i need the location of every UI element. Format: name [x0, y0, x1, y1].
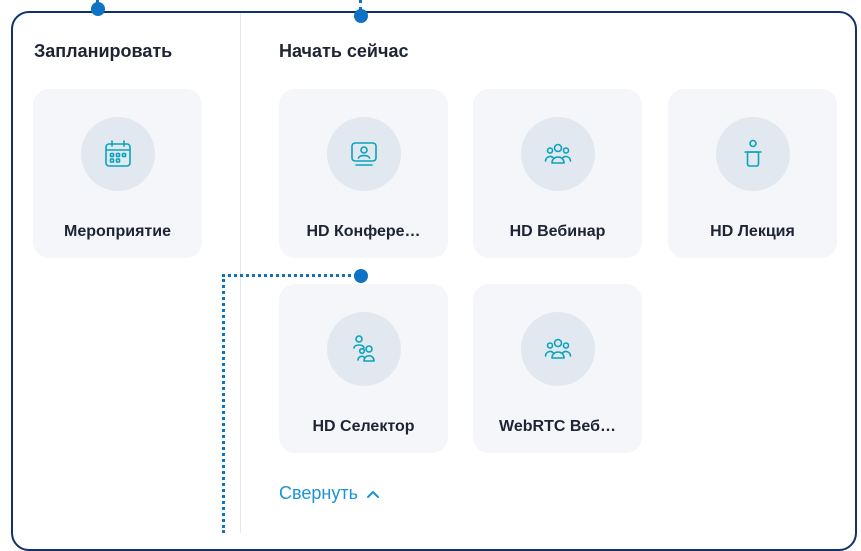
webinar-group-icon: [544, 143, 571, 164]
card-event[interactable]: Мероприятие: [33, 89, 202, 258]
card-label: HD Селектор: [312, 418, 415, 435]
card-label: HD Лекция: [710, 223, 795, 240]
icon-circle: [715, 117, 790, 191]
card-label: Мероприятие: [64, 223, 171, 240]
card-hd-webinar[interactable]: HD Вебинар: [473, 89, 642, 258]
webinar-group-icon: [544, 338, 571, 359]
icon-circle: [520, 312, 595, 386]
card-label: HD Конфере…: [306, 223, 421, 240]
card-hd-conference[interactable]: HD Конфере…: [279, 89, 448, 258]
column-divider: [240, 13, 241, 533]
icon-circle: [80, 117, 155, 191]
annotation-dot: [91, 2, 105, 16]
annotation-guide: [222, 274, 357, 277]
calendar-icon: [104, 140, 131, 167]
card-webrtc-webinar[interactable]: WebRTC Веб…: [473, 284, 642, 453]
icon-circle: [326, 312, 401, 386]
chevron-up-icon: [366, 490, 379, 498]
lecture-podium-icon: [743, 139, 762, 167]
collapse-label: Свернуть: [279, 483, 358, 503]
annotation-dot: [354, 9, 368, 23]
card-hd-selector[interactable]: HD Селектор: [279, 284, 448, 453]
icon-circle: [520, 117, 595, 191]
annotation-guide: [222, 274, 225, 533]
annotation-dot: [354, 269, 368, 283]
schedule-heading: Запланировать: [34, 41, 173, 61]
collapse-button[interactable]: Свернуть: [279, 483, 380, 504]
conference-screen-icon: [350, 142, 377, 166]
icon-circle: [326, 117, 401, 191]
card-label: WebRTC Веб…: [499, 418, 616, 435]
card-label: HD Вебинар: [509, 223, 606, 240]
card-hd-lecture[interactable]: HD Лекция: [668, 89, 837, 258]
selector-group-icon: [352, 335, 375, 362]
start-now-heading: Начать сейчас: [279, 41, 409, 61]
